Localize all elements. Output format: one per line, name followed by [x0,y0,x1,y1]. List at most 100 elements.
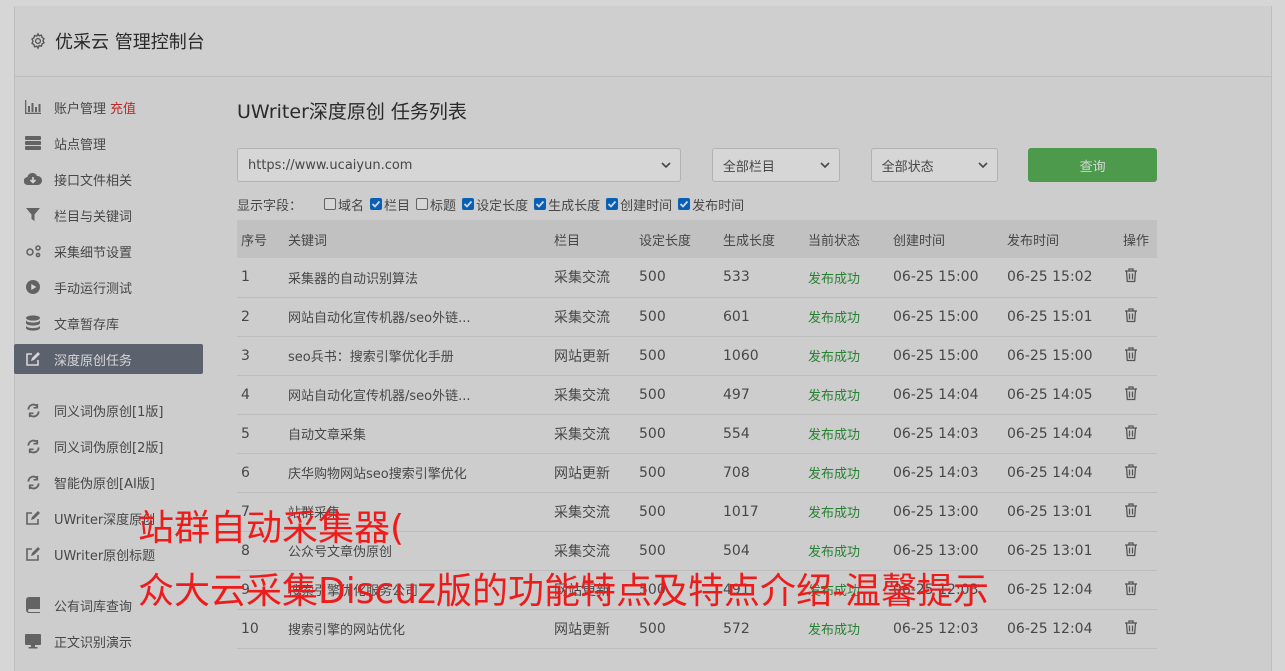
sidebar-item-label: 账户管理 [54,101,107,117]
table-cell: 500 [639,464,666,481]
display-fields-label: 显示字段： [237,198,303,214]
trash-icon[interactable] [1123,580,1139,596]
play-circle-icon [24,279,42,295]
field-checkbox-label: 栏目 [384,198,411,214]
status-select[interactable]: 全部状态 [870,148,999,182]
checkbox-checked-icon [370,198,383,210]
refresh-icon [24,438,42,454]
sidebar-item-label: 同义词伪原创[1版] [54,404,164,420]
table-cell: 500 [639,308,666,325]
cloud-download-icon [24,171,42,187]
sidebar-item[interactable]: 文章暂存库 [14,308,203,338]
filter-bar: https://www.ucaiyun.com 全部栏目 全部状态 查询 [237,148,1157,182]
table-cell: 497 [723,386,750,403]
watermark-line-1: 站群自动采集器( [138,508,405,549]
trash-icon[interactable] [1123,463,1139,479]
sidebar-item[interactable]: 站点管理 [14,128,203,158]
field-checkbox[interactable]: 创建时间 [606,195,672,214]
field-checkbox[interactable]: 发布时间 [678,195,744,214]
sidebar-item[interactable]: 手动运行测试 [14,272,203,302]
trash-icon[interactable] [1123,424,1139,440]
field-checkbox[interactable]: 标题 [416,195,456,214]
table-cell: 06-25 14:04 [1007,464,1093,481]
sidebar-item[interactable]: 深度原创任务 [14,344,203,374]
field-checkbox[interactable]: 栏目 [370,195,410,214]
table-cell: 5 [241,425,250,442]
checkbox-unchecked-icon [416,198,429,210]
sidebar-item[interactable]: 同义词伪原创[1版] [14,395,203,425]
column-header: 操作 [1123,233,1150,249]
trash-icon[interactable] [1123,502,1139,518]
table-header-row: 序号 关键词 栏目 设定长度 生成长度 当前状态 创建时间 发布时间 操作 [237,220,1157,258]
table-cell: 网站自动化宣传机器/seo外链... [288,389,471,404]
sidebar-item[interactable]: 采集细节设置 [14,236,203,266]
table-cell: 504 [723,542,750,559]
table-cell: 06-25 15:00 [893,347,979,364]
column-select[interactable]: 全部栏目 [711,148,840,182]
sidebar-item[interactable]: 接口文件相关 [14,164,203,194]
table-row: 2 网站自动化宣传机器/seo外链... 采集交流 500 601 发布成功 06-25 1… [237,297,1157,336]
status-select-value: 全部状态 [881,159,934,175]
sidebar-item[interactable]: 栏目与关键词 [14,200,203,230]
table-cell: 06-25 12:04 [1007,620,1093,637]
sidebar-item-label: 文章暂存库 [54,317,120,333]
recharge-link[interactable]: 充值 [110,98,136,117]
trash-icon[interactable] [1123,541,1139,557]
trash-icon[interactable] [1123,385,1139,401]
table-cell: 网站更新 [554,348,610,365]
table-cell: 500 [639,425,666,442]
table-cell-actions [1119,570,1157,609]
table-cell: 06-25 15:00 [893,308,979,325]
field-checkbox-label: 创建时间 [620,198,673,214]
table-row: 6 庆华购物网站seo搜索引擎优化 网站更新 500 708 发布成功 06-25 14:0… [237,453,1157,492]
table-cell: 发布成功 [808,545,861,560]
site-select[interactable]: https://www.ucaiyun.com [237,148,681,182]
sidebar-item-label: 栏目与关键词 [54,209,133,225]
table-cell: 06-25 14:04 [1007,425,1093,442]
trash-icon[interactable] [1123,619,1139,635]
refresh-icon [24,474,42,490]
column-header: 设定长度 [639,233,692,249]
field-checkbox[interactable]: 设定长度 [462,195,528,214]
server-icon [24,135,42,151]
table-cell: 发布成功 [808,311,861,326]
gear-icon [29,32,47,50]
trash-icon[interactable] [1123,307,1139,323]
refresh-icon [24,402,42,418]
table-cell: 2 [241,308,250,325]
table-cell: 发布成功 [808,350,861,365]
sidebar-item[interactable]: 同义词伪原创[2版] [14,431,203,461]
table-cell: 3 [241,347,250,364]
checkbox-checked-icon [534,198,547,210]
table-row: 10 搜索引擎的网站优化 网站更新 500 572 发布成功 06-25 12:03 06-2… [237,609,1157,648]
sidebar-item-label: 采集细节设置 [54,245,133,261]
sidebar-item[interactable]: 智能伪原创[AI版] [14,467,203,497]
column-header: 栏目 [554,233,581,249]
table-cell: 采集交流 [554,309,610,326]
table-cell: 500 [639,503,666,520]
table-cell-actions [1119,258,1157,297]
field-checkbox[interactable]: 生成长度 [534,195,600,214]
table-cell: 发布成功 [808,623,861,638]
table-cell: 1 [241,269,250,286]
table-row: 4 网站自动化宣传机器/seo外链... 采集交流 500 497 发布成功 06-25 1… [237,375,1157,414]
trash-icon[interactable] [1123,267,1139,283]
table-cell: 发布成功 [808,506,861,521]
table-cell: 10 [241,620,259,637]
field-checkbox-label: 域名 [338,198,365,214]
sidebar-item[interactable]: 正文识别演示 [14,626,203,656]
sidebar-item[interactable]: 账户管理 充值 [14,92,203,122]
sidebar-item-label: 正文识别演示 [54,635,133,651]
display-fields: 显示字段： 域名 栏目 标题 设定长度 生成长度 创建时间 发布时间 [237,194,1157,214]
chevron-down-icon [660,159,672,171]
table-cell: 06-25 14:04 [893,386,979,403]
trash-icon[interactable] [1123,346,1139,362]
query-button[interactable]: 查询 [1028,148,1157,182]
book-icon [24,597,42,613]
column-header: 创建时间 [893,233,946,249]
table-cell: seo兵书：搜索引擎优化手册 [288,350,454,365]
field-checkbox[interactable]: 域名 [324,195,364,214]
column-header: 关键词 [288,233,328,249]
table-cell: 发布成功 [808,467,861,482]
gears-icon [24,243,42,259]
